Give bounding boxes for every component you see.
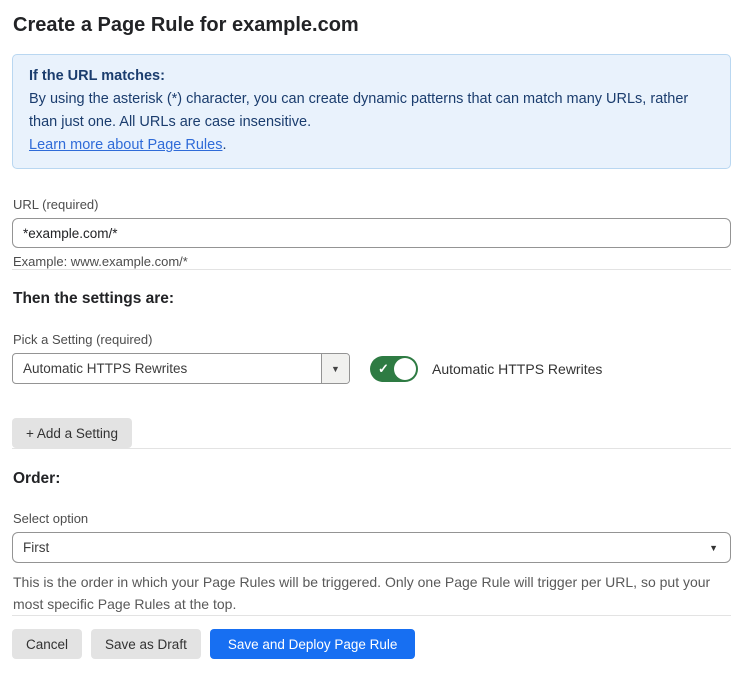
divider <box>12 615 731 616</box>
order-helper-text: This is the order in which your Page Rul… <box>13 574 711 612</box>
info-link-line: Learn more about Page Rules. <box>29 134 714 157</box>
info-link-suffix: . <box>222 137 227 153</box>
setting-toggle-wrap: ✓ Automatic HTTPS Rewrites <box>370 355 603 382</box>
chevron-down-icon: ▼ <box>709 542 718 553</box>
order-select-value: First <box>23 540 50 555</box>
footer-actions: Cancel Save as Draft Save and Deploy Pag… <box>12 629 731 659</box>
info-body: By using the asterisk (*) character, you… <box>29 91 689 130</box>
setting-select[interactable]: Automatic HTTPS Rewrites ▼ <box>12 353 350 384</box>
cancel-button[interactable]: Cancel <box>12 629 83 659</box>
url-section: URL (required) Example: www.example.com/… <box>12 197 731 269</box>
chevron-down-icon: ▼ <box>331 363 340 374</box>
url-example-helper: Example: www.example.com/* <box>13 254 188 269</box>
toggle-label: Automatic HTTPS Rewrites <box>432 360 603 377</box>
settings-heading: Then the settings are: <box>13 290 175 307</box>
url-match-info-callout: If the URL matches: By using the asteris… <box>12 54 731 169</box>
divider <box>12 269 731 270</box>
page-title: Create a Page Rule for example.com <box>13 14 359 36</box>
url-input[interactable] <box>12 218 731 248</box>
toggle-knob <box>394 357 416 380</box>
setting-select-value: Automatic HTTPS Rewrites <box>23 361 188 376</box>
learn-more-link[interactable]: Learn more about Page Rules <box>29 137 222 153</box>
https-rewrites-toggle[interactable]: ✓ <box>370 355 418 382</box>
url-field-label: URL (required) <box>13 197 99 212</box>
setting-row: Automatic HTTPS Rewrites ▼ ✓ Automatic H… <box>12 353 731 384</box>
create-page-rule-form: Create a Page Rule for example.com If th… <box>0 0 743 659</box>
setting-select-arrow-button[interactable]: ▼ <box>321 354 349 383</box>
check-icon: ✓ <box>378 361 389 376</box>
save-and-deploy-button[interactable]: Save and Deploy Page Rule <box>209 629 416 659</box>
save-as-draft-button[interactable]: Save as Draft <box>91 629 201 659</box>
setting-picker-label: Pick a Setting (required) <box>13 332 153 347</box>
add-setting-button[interactable]: + Add a Setting <box>12 418 132 448</box>
order-select[interactable]: First ▼ <box>12 532 731 563</box>
order-heading: Order: <box>13 470 61 487</box>
info-heading: If the URL matches: <box>29 68 165 84</box>
divider <box>12 448 731 449</box>
order-select-label: Select option <box>13 511 89 526</box>
